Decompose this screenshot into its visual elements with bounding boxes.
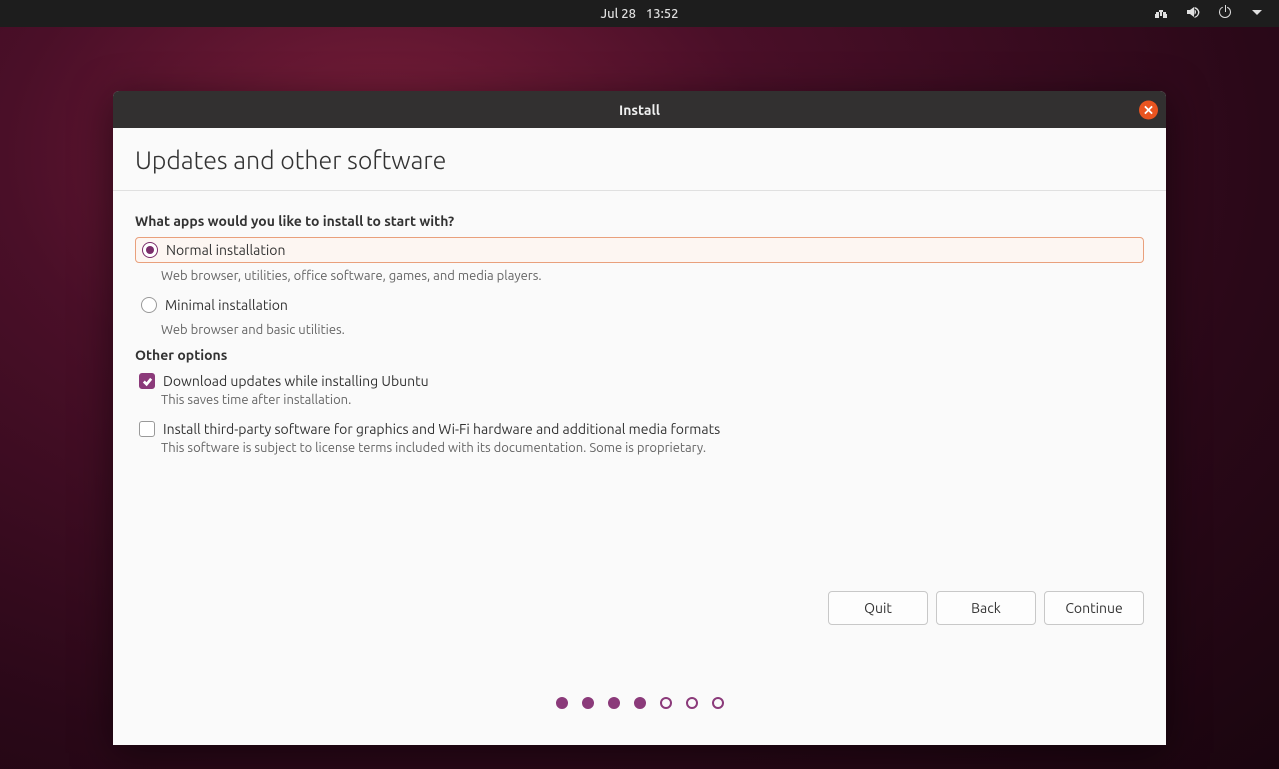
step-dot	[634, 697, 646, 709]
quit-button[interactable]: Quit	[828, 591, 928, 625]
minimal-install-desc: Web browser and basic utilities.	[161, 323, 1144, 337]
system-top-bar: Jul 28 13:52	[0, 0, 1279, 27]
step-dot	[556, 697, 568, 709]
progress-dots	[556, 697, 724, 709]
close-icon	[1144, 105, 1153, 114]
install-question: What apps would you like to install to s…	[135, 213, 1144, 229]
radio-minimal-installation[interactable]: Minimal installation	[135, 293, 1144, 317]
window-title: Install	[619, 102, 660, 118]
checkbox-label: Install third-party software for graphic…	[163, 421, 720, 437]
continue-button[interactable]: Continue	[1044, 591, 1144, 625]
radio-icon	[141, 297, 157, 313]
close-button[interactable]	[1139, 100, 1158, 119]
step-dot	[686, 697, 698, 709]
chevron-down-icon[interactable]	[1249, 4, 1265, 23]
step-dot	[608, 697, 620, 709]
checkbox-icon	[139, 373, 155, 389]
page-title: Updates and other software	[135, 146, 1144, 174]
network-icon[interactable]	[1153, 4, 1169, 23]
download-updates-desc: This saves time after installation.	[161, 393, 1144, 407]
wizard-buttons: Quit Back Continue	[828, 591, 1144, 625]
installer-window: Install Updates and other software What …	[113, 91, 1166, 745]
third-party-desc: This software is subject to license term…	[161, 441, 1144, 455]
radio-normal-installation[interactable]: Normal installation	[135, 237, 1144, 263]
checkbox-icon	[139, 421, 155, 437]
topbar-date: Jul 28	[601, 7, 636, 21]
step-dot	[712, 697, 724, 709]
radio-icon	[142, 242, 158, 258]
normal-install-desc: Web browser, utilities, office software,…	[161, 269, 1144, 283]
checkbox-label: Download updates while installing Ubuntu	[163, 373, 429, 389]
back-button[interactable]: Back	[936, 591, 1036, 625]
topbar-time: 13:52	[646, 7, 679, 21]
page-header: Updates and other software	[113, 128, 1166, 191]
topbar-status-icons	[1153, 4, 1265, 23]
other-options-header: Other options	[135, 347, 1144, 363]
step-dot	[582, 697, 594, 709]
checkbox-third-party[interactable]: Install third-party software for graphic…	[135, 421, 1144, 437]
window-titlebar: Install	[113, 91, 1166, 128]
checkbox-download-updates[interactable]: Download updates while installing Ubuntu	[135, 373, 1144, 389]
page-content: What apps would you like to install to s…	[113, 191, 1166, 745]
power-icon[interactable]	[1217, 4, 1233, 23]
volume-icon[interactable]	[1185, 4, 1201, 23]
step-dot	[660, 697, 672, 709]
radio-label: Normal installation	[166, 242, 285, 258]
radio-label: Minimal installation	[165, 297, 288, 313]
